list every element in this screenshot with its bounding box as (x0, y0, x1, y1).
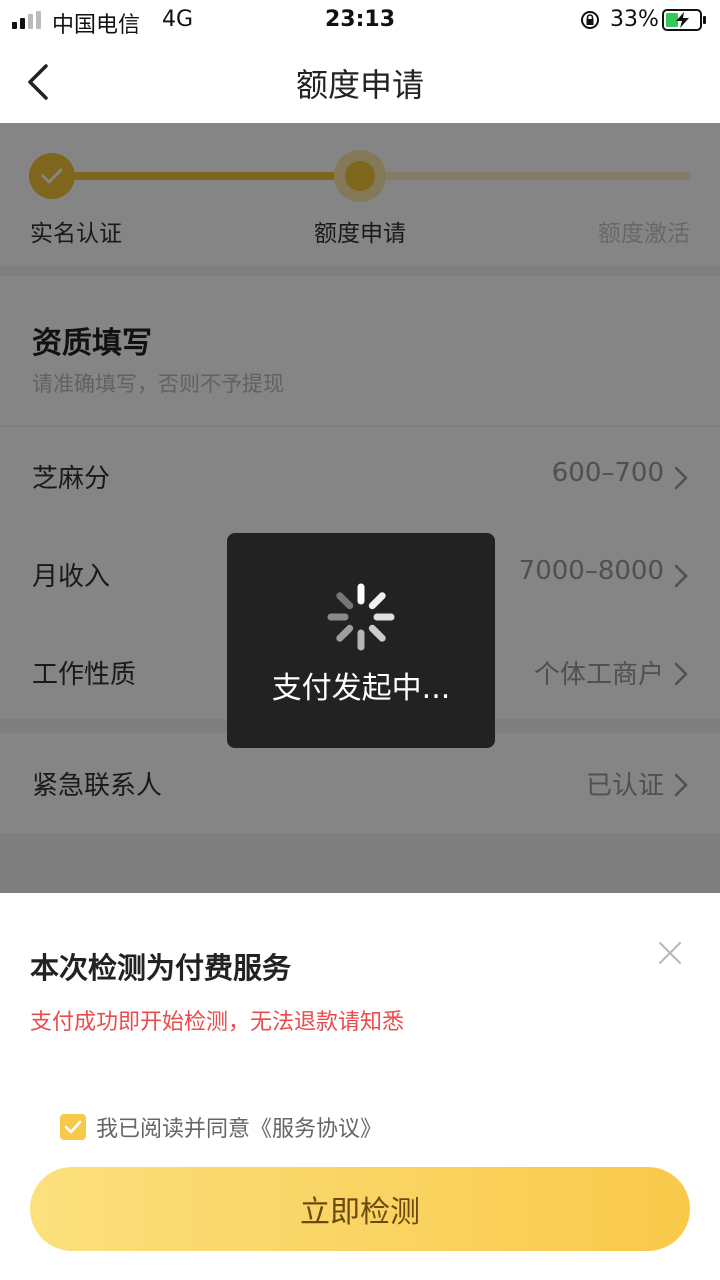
page-title: 额度申请 (295, 66, 424, 104)
refund-warning: 支付成功即开始检测，无法退款请知悉 (30, 1010, 405, 1035)
agreement-link[interactable]: 我已阅读并同意《服务协议》 (96, 1111, 382, 1143)
start-check-button[interactable]: 立即检测 (30, 1167, 690, 1251)
status-bar: 中国电信 4G 23:13 33% (0, 0, 720, 40)
sheet-title: 本次检测为付费服务 (30, 951, 292, 985)
loading-toast: 支付发起中... (227, 533, 495, 748)
toast-message: 支付发起中... (271, 671, 451, 706)
rotation-lock-icon (581, 11, 599, 29)
nav-bar: 额度申请 (0, 40, 720, 123)
battery-charging-icon (662, 9, 706, 31)
agreement-checkbox[interactable] (60, 1114, 86, 1140)
close-icon[interactable] (658, 941, 682, 965)
check-icon (64, 1120, 82, 1134)
payment-bottom-sheet: 本次检测为付费服务 支付成功即开始检测，无法退款请知悉 我已阅读并同意《服务协议… (0, 893, 720, 1280)
battery-percent: 33% (610, 7, 659, 32)
loading-spinner-icon (327, 583, 395, 651)
agreement-row: 我已阅读并同意《服务协议》 (60, 1111, 382, 1143)
